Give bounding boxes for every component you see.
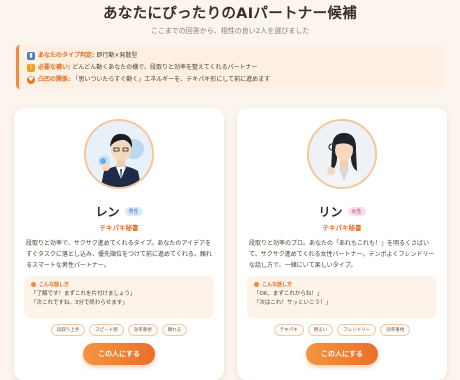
page-title: あなたにぴったりのAIパートナー候補 — [102, 6, 357, 22]
partner-description: 段取りと効率で、サクサク進めてくれるタイプ。あなたのアイデアをすぐタスクに落とし… — [26, 240, 212, 269]
trait-tags: テキパキ 明るい フレンドリー 効率重視 — [237, 324, 447, 336]
speech-style-label: こんな話し方 — [254, 281, 430, 288]
chart-icon: ▮ — [27, 52, 35, 60]
trait-tag: 効率重視 — [127, 324, 158, 336]
avatar — [307, 119, 377, 189]
trait-tag: フレンドリー — [337, 324, 377, 336]
summary-label: 必要な補い: — [38, 64, 71, 71]
trait-tags: 段取り上手 スピード感 効率重視 頼れる — [14, 324, 224, 336]
select-partner-button[interactable]: この人にする — [306, 343, 378, 365]
summary-text: 即行動×発散型 — [96, 52, 138, 59]
female-avatar-illustration — [309, 121, 375, 187]
speech-style-label-text: こんな話し方 — [262, 282, 293, 288]
partner-card-ren[interactable]: レン 男性 テキパキ秘書 段取りと効率で、サクサク進めてくれるタイプ。あなたのア… — [14, 108, 224, 380]
summary-label: 凸凹の関係: — [38, 76, 71, 83]
page-subtitle: ここまでの回答から、相性の良い2人を選びました — [150, 27, 310, 35]
type-summary-box: ▮ あなたのタイプ判定: 即行動×発散型 ! 必要な補い: どんどん動くあなたの… — [16, 45, 444, 89]
male-avatar-illustration — [86, 121, 152, 187]
partner-card-rin[interactable]: リン 女性 テキパキ秘書 段取りと効率のプロ。あなたの「あれもこれも！」を明るく… — [237, 108, 447, 380]
trait-tag: 段取り上手 — [50, 324, 86, 336]
speech-style-box: こんな話し方 「了解です！まずこれを片付けましょう」 「次これですね。3分で終わ… — [24, 276, 214, 318]
summary-line-type: ▮ あなたのタイプ判定: 即行動×発散型 — [27, 50, 436, 62]
sample-quote: 「次はこれ！サッといこう！」 — [254, 300, 332, 306]
summary-text: 「思いついたらすぐ動く」エネルギーを、テキパキ形にして前に進めます — [72, 76, 271, 83]
bubble-icon — [31, 282, 36, 287]
partner-description: 段取りと効率のプロ。あなたの「あれもこれも！」を明るくさばいて、サクサク進めてく… — [249, 240, 435, 269]
summary-text: どんどん動くあなたの横で、段取りと効率を整えてくれるパートナー — [72, 64, 258, 71]
heart-icon: ♥ — [27, 76, 35, 84]
sample-quote: 「次これですね。3分で終わらせます」 — [31, 300, 128, 306]
gender-badge: 女性 — [347, 207, 366, 216]
speech-style-label: こんな話し方 — [31, 281, 207, 288]
summary-line-relation: ♥ 凸凹の関係: 「思いついたらすぐ動く」エネルギーを、テキパキ形にして前に進め… — [27, 74, 436, 86]
name-row: リン 女性 — [237, 203, 447, 220]
summary-line-need: ! 必要な補い: どんどん動くあなたの横で、段取りと効率を整えてくれるパートナー — [27, 62, 436, 74]
select-partner-button[interactable]: この人にする — [83, 343, 155, 365]
sample-quote: 「了解です！まずこれを片付けましょう」 — [31, 291, 136, 297]
trait-tag: スピード感 — [89, 324, 124, 336]
trait-tag: 効率重視 — [380, 324, 411, 336]
trait-tag: テキパキ — [273, 324, 304, 336]
trait-tag: 頼れる — [161, 324, 188, 336]
sample-quote: 「OK、まずこれからね！」 — [254, 291, 323, 297]
speech-style-box: こんな話し方 「OK、まずこれからね！」 「次はこれ！サッといこう！」 — [247, 276, 437, 318]
avatar — [84, 119, 154, 189]
partner-name: リン — [318, 205, 343, 219]
trait-tag: 明るい — [307, 324, 334, 336]
gender-badge: 男性 — [124, 207, 143, 216]
summary-label: あなたのタイプ判定: — [38, 52, 95, 59]
speech-style-label-text: こんな話し方 — [39, 282, 70, 288]
name-row: レン 男性 — [14, 203, 224, 220]
partner-name: レン — [95, 205, 120, 219]
warning-icon: ! — [27, 64, 35, 72]
partner-role: テキパキ秘書 — [322, 224, 362, 232]
partner-role: テキパキ秘書 — [99, 224, 139, 232]
bubble-icon — [254, 282, 259, 287]
